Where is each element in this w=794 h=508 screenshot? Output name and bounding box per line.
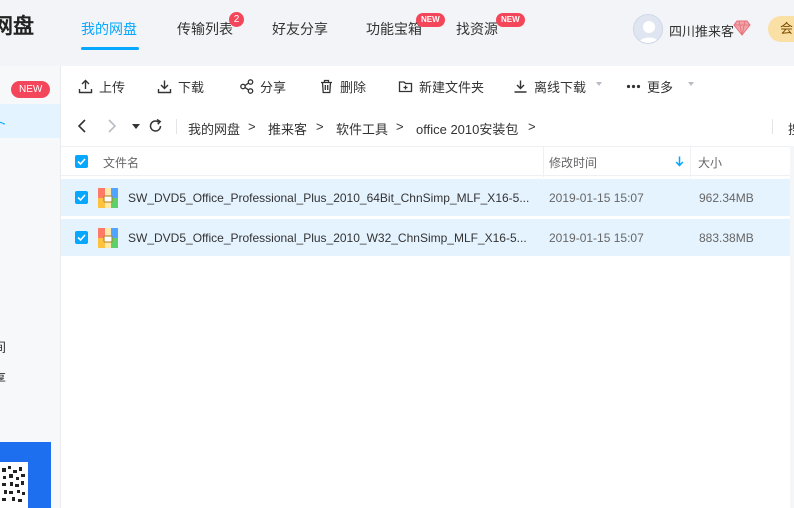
username[interactable]: 四川推来客 — [669, 21, 734, 40]
forward-icon[interactable] — [106, 118, 118, 134]
qr-code-icon — [0, 462, 28, 508]
sidebar: NEW ト 间 享 — [0, 66, 61, 508]
divider — [176, 119, 177, 134]
nav-find-resources[interactable]: 找资源 — [456, 19, 498, 39]
file-table-header: 文件名 修改时间 大小 — [61, 146, 794, 177]
archive-icon — [98, 228, 118, 248]
check-icon — [77, 158, 86, 166]
select-all-checkbox[interactable] — [75, 155, 88, 168]
offline-download-chevron-down-icon[interactable] — [596, 82, 602, 86]
upload-icon — [78, 79, 93, 94]
upload-label: 上传 — [99, 80, 126, 95]
toolbar: 上传 下载 分享 删除 新建文件夹 离线下载 更多 — [61, 66, 794, 106]
offline-download-label: 离线下载 — [534, 80, 587, 95]
column-header-modified[interactable]: 修改时间 — [549, 154, 597, 171]
nav-active-indicator — [81, 47, 139, 50]
sort-arrow-down-icon[interactable] — [675, 156, 684, 167]
delete-button[interactable]: 删除 — [319, 78, 366, 95]
breadcrumb-separator: > — [316, 119, 324, 134]
new-folder-icon — [398, 81, 413, 93]
column-divider[interactable] — [543, 147, 544, 177]
check-icon — [77, 234, 86, 242]
share-label: 分享 — [260, 80, 287, 95]
archive-icon — [98, 188, 118, 208]
breadcrumb-separator: > — [396, 119, 404, 134]
file-modified-time: 2019-01-15 15:07 — [549, 231, 644, 245]
offline-download-icon — [514, 80, 527, 93]
breadcrumb-separator: > — [528, 119, 536, 134]
download-button[interactable]: 下载 — [157, 78, 204, 95]
sidebar-item-label[interactable]: 享 — [0, 368, 6, 387]
sidebar-item-active[interactable]: ト — [0, 104, 60, 138]
diamond-icon[interactable] — [733, 20, 751, 36]
nav-friend-share[interactable]: 好友分享 — [272, 19, 328, 39]
refresh-icon[interactable] — [148, 118, 163, 134]
breadcrumb-item[interactable]: 我的网盘 — [188, 119, 240, 138]
file-modified-time: 2019-01-15 15:07 — [549, 191, 644, 205]
nav-toolbox[interactable]: 功能宝箱 — [366, 19, 422, 39]
check-icon — [77, 194, 86, 202]
more-chevron-down-icon[interactable] — [688, 82, 694, 86]
more-label: 更多 — [647, 80, 674, 95]
breadcrumb-item-current[interactable]: office 2010安装包 — [416, 119, 518, 138]
upload-button[interactable]: 上传 — [78, 78, 125, 95]
download-icon — [157, 80, 172, 94]
file-size: 883.38MB — [699, 231, 754, 245]
scrollbar[interactable] — [790, 146, 794, 508]
share-button[interactable]: 分享 — [239, 78, 286, 95]
back-icon[interactable] — [76, 118, 88, 134]
table-row[interactable]: SW_DVD5_Office_Professional_Plus_2010_W3… — [61, 219, 790, 256]
sidebar-new-badge: NEW — [11, 81, 51, 98]
transfer-count-badge: 2 — [229, 12, 244, 27]
download-label: 下载 — [178, 80, 205, 95]
top-bar: 网盘 我的网盘 传输列表 2 好友分享 功能宝箱 NEW 找资源 NEW 四川推… — [0, 0, 794, 66]
breadcrumb-separator: > — [248, 119, 256, 134]
column-header-name[interactable]: 文件名 — [103, 154, 139, 171]
delete-label: 删除 — [340, 80, 367, 95]
avatar[interactable] — [633, 14, 663, 44]
nav-my-netdisk[interactable]: 我的网盘 — [81, 19, 137, 39]
column-header-size[interactable]: 大小 — [698, 154, 722, 171]
more-dots-icon — [626, 84, 641, 89]
breadcrumb-item[interactable]: 软件工具 — [336, 119, 388, 138]
nav-transfer-list[interactable]: 传输列表 — [177, 19, 233, 39]
file-name[interactable]: SW_DVD5_Office_Professional_Plus_2010_64… — [128, 191, 529, 205]
sidebar-item-label: ト — [0, 116, 8, 131]
toolbox-new-badge: NEW — [416, 13, 445, 27]
trash-icon — [321, 79, 332, 94]
sidebar-item-label[interactable]: 间 — [0, 337, 6, 356]
column-divider[interactable] — [690, 147, 691, 177]
promo-banner[interactable] — [0, 442, 51, 508]
file-size: 962.34MB — [699, 191, 754, 205]
app-logo: 网盘 — [0, 15, 34, 38]
member-button[interactable]: 会员 — [768, 16, 794, 42]
offline-download-button[interactable]: 离线下载 — [513, 78, 586, 95]
breadcrumb: 我的网盘 > 推来客 > 软件工具 > office 2010安装包 > 搜 — [61, 106, 794, 146]
avatar-default-icon — [638, 21, 660, 43]
file-name[interactable]: SW_DVD5_Office_Professional_Plus_2010_W3… — [128, 231, 527, 245]
table-row[interactable]: SW_DVD5_Office_Professional_Plus_2010_64… — [61, 179, 790, 216]
more-button[interactable]: 更多 — [626, 78, 673, 95]
new-folder-label: 新建文件夹 — [419, 80, 485, 95]
row-checkbox[interactable] — [75, 231, 88, 244]
resources-new-badge: NEW — [496, 13, 525, 27]
row-checkbox[interactable] — [75, 191, 88, 204]
share-icon — [240, 79, 254, 94]
divider — [772, 119, 773, 134]
search-label[interactable]: 搜 — [788, 119, 794, 138]
new-folder-button[interactable]: 新建文件夹 — [398, 78, 484, 95]
breadcrumb-item[interactable]: 推来客 — [268, 119, 307, 138]
history-chevron-down-icon[interactable] — [132, 124, 140, 129]
